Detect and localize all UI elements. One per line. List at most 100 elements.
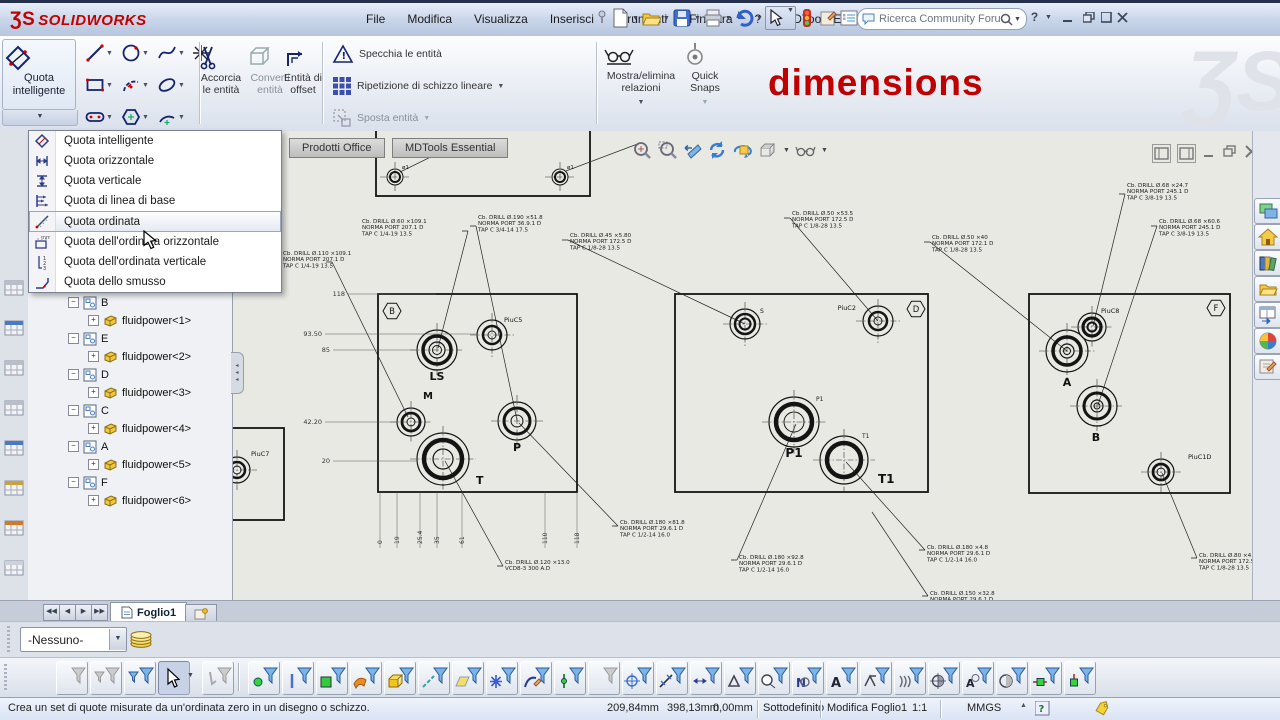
- sketch-ellipse-button[interactable]: ▼: [156, 74, 185, 96]
- trim-entities-button[interactable]: Accorcia le entità: [196, 44, 246, 96]
- sheet-tab-foglio1[interactable]: Foglio1: [110, 602, 187, 622]
- filter-center-marks-button[interactable]: [622, 661, 654, 695]
- menu-visualizza[interactable]: Visualizza: [463, 7, 539, 31]
- table-bom-button[interactable]: [3, 397, 25, 419]
- sketch-slot-button[interactable]: ▼: [84, 106, 113, 128]
- table-punch-button[interactable]: [3, 517, 25, 539]
- table-revision-button[interactable]: [3, 357, 25, 379]
- filter-annotations-button[interactable]: A: [826, 661, 858, 695]
- filter-edges-button[interactable]: [282, 661, 314, 695]
- filter-faces-button[interactable]: [316, 661, 348, 695]
- relations-caret[interactable]: ▼: [602, 97, 680, 109]
- sketch-arc3pt-button[interactable]: ▼: [156, 106, 185, 128]
- edit-mode[interactable]: Modifica Foglio1: [827, 702, 907, 714]
- filter-datum-targets-button[interactable]: [928, 661, 960, 695]
- expand-box[interactable]: +: [88, 387, 99, 398]
- menu-item-ordv[interactable]: 123Quota dell'ordinata verticale: [29, 252, 281, 272]
- menu-item-horiz[interactable]: Quota orizzontale: [29, 151, 281, 171]
- sketch-circle-button[interactable]: ▼: [120, 42, 149, 64]
- move-entities-button[interactable]: Sposta entità ▼: [332, 108, 430, 128]
- expand-box[interactable]: +: [88, 423, 99, 434]
- tree-item-fluidpower6[interactable]: +fluidpower<6>: [88, 492, 191, 509]
- save-button[interactable]: [672, 7, 692, 29]
- pane-right-button[interactable]: [1177, 144, 1196, 163]
- tree-item-fluidpower1[interactable]: +fluidpower<1>: [88, 312, 191, 329]
- pin-icon[interactable]: [596, 10, 608, 24]
- tree-item-fluidpower5[interactable]: +fluidpower<5>: [88, 456, 191, 473]
- expand-box[interactable]: +: [88, 495, 99, 506]
- filter-filter-funnel-button[interactable]: [56, 661, 88, 695]
- tree-item-C[interactable]: −C: [68, 402, 109, 419]
- task-pane-custom-properties[interactable]: [1254, 354, 1280, 380]
- tree-item-E[interactable]: −E: [68, 330, 108, 347]
- search-options-caret[interactable]: ▼: [1013, 16, 1022, 23]
- collapse-box[interactable]: −: [68, 441, 79, 452]
- view-orientation-button[interactable]: [757, 140, 778, 161]
- tree-item-fluidpower4[interactable]: +fluidpower<4>: [88, 420, 191, 437]
- table-design-button[interactable]: [3, 437, 25, 459]
- lights-button[interactable]: [797, 7, 817, 29]
- list-button[interactable]: [839, 7, 859, 29]
- tab-mdtools-essential[interactable]: MDTools Essential: [392, 138, 508, 158]
- task-pane-appearances[interactable]: [1254, 328, 1280, 354]
- panel-splitter-handle[interactable]: ◂◂◂: [231, 352, 244, 394]
- collapse-box[interactable]: −: [68, 297, 79, 308]
- table-edit-button[interactable]: [3, 477, 25, 499]
- filter-section-lines-button[interactable]: [656, 661, 688, 695]
- sketch-circle-caret[interactable]: ▼: [142, 50, 149, 57]
- restore-button[interactable]: [1080, 9, 1097, 25]
- filter-planes-button[interactable]: [452, 661, 484, 695]
- filter-select-caret[interactable]: ▼: [186, 672, 195, 679]
- tree-item-A[interactable]: −A: [68, 438, 108, 455]
- filter-select-funnel-button[interactable]: [202, 661, 234, 695]
- table-blank-button[interactable]: [3, 557, 25, 579]
- units-selector[interactable]: MMGS: [967, 702, 1001, 714]
- sketch-arc-caret[interactable]: ▼: [142, 82, 149, 89]
- table-hole-button[interactable]: [3, 317, 25, 339]
- rotate-view-button[interactable]: [732, 140, 753, 161]
- next-sheet-button[interactable]: ▶: [75, 604, 92, 621]
- filter-disabled-button[interactable]: [588, 661, 620, 695]
- display-delete-relations-button[interactable]: Mostra/elimina relazioni ▼: [602, 42, 680, 109]
- collapse-box[interactable]: −: [68, 369, 79, 380]
- previous-view-button[interactable]: [682, 140, 703, 161]
- properties-button[interactable]: [818, 7, 838, 29]
- filter-sketch-points-button[interactable]: [486, 661, 518, 695]
- maximize-button[interactable]: [1098, 9, 1115, 25]
- linear-sketch-pattern-button[interactable]: Ripetizione di schizzo lineare ▼: [332, 76, 504, 96]
- close-button[interactable]: [1114, 9, 1131, 25]
- mirror-entities-button[interactable]: ! Specchia le entità: [332, 44, 442, 64]
- filter-weld-beads-button[interactable]: [894, 661, 926, 695]
- filter-dimensions-button[interactable]: [690, 661, 722, 695]
- first-sheet-button[interactable]: ◀◀: [43, 604, 60, 621]
- filter-vertices-button[interactable]: [248, 661, 280, 695]
- open-button[interactable]: [641, 7, 661, 29]
- new-document-caret[interactable]: ▼: [631, 15, 640, 22]
- sketch-rectangle-caret[interactable]: ▼: [106, 82, 113, 89]
- menu-item-smart[interactable]: Quota intelligente: [29, 131, 281, 151]
- pane-left-button[interactable]: [1152, 144, 1171, 163]
- sketch-arc3pt-caret[interactable]: ▼: [178, 114, 185, 121]
- filter-solid-bodies-button[interactable]: [384, 661, 416, 695]
- display-style-button[interactable]: [795, 140, 816, 161]
- expand-box[interactable]: +: [88, 459, 99, 470]
- expand-box[interactable]: +: [88, 315, 99, 326]
- search-icon[interactable]: [1000, 13, 1013, 26]
- undo-caret[interactable]: ▼: [755, 15, 764, 22]
- doc-minimize-button[interactable]: [1202, 144, 1217, 163]
- tag-icon[interactable]: [1094, 701, 1110, 716]
- sketch-rectangle-button[interactable]: ▼: [84, 74, 113, 96]
- filter-filter-toggle-button[interactable]: [124, 661, 156, 695]
- layer-dropdown-caret[interactable]: ▼: [109, 629, 126, 650]
- undo-button[interactable]: [734, 7, 754, 29]
- quick-snaps-caret[interactable]: ▼: [683, 97, 727, 109]
- menu-inserisci[interactable]: Inserisci: [539, 7, 605, 31]
- filter-filter-multi-button[interactable]: [90, 661, 122, 695]
- community-search[interactable]: Ricerca Community Forum ▼: [857, 8, 1027, 30]
- menu-item-cham[interactable]: Quota dello smusso: [29, 272, 281, 292]
- expand-box[interactable]: +: [88, 351, 99, 362]
- doc-restore-button[interactable]: [1223, 144, 1238, 163]
- tree-item-D[interactable]: −D: [68, 366, 109, 383]
- help-caret[interactable]: ▼: [1040, 9, 1057, 25]
- new-document-button[interactable]: [610, 7, 630, 29]
